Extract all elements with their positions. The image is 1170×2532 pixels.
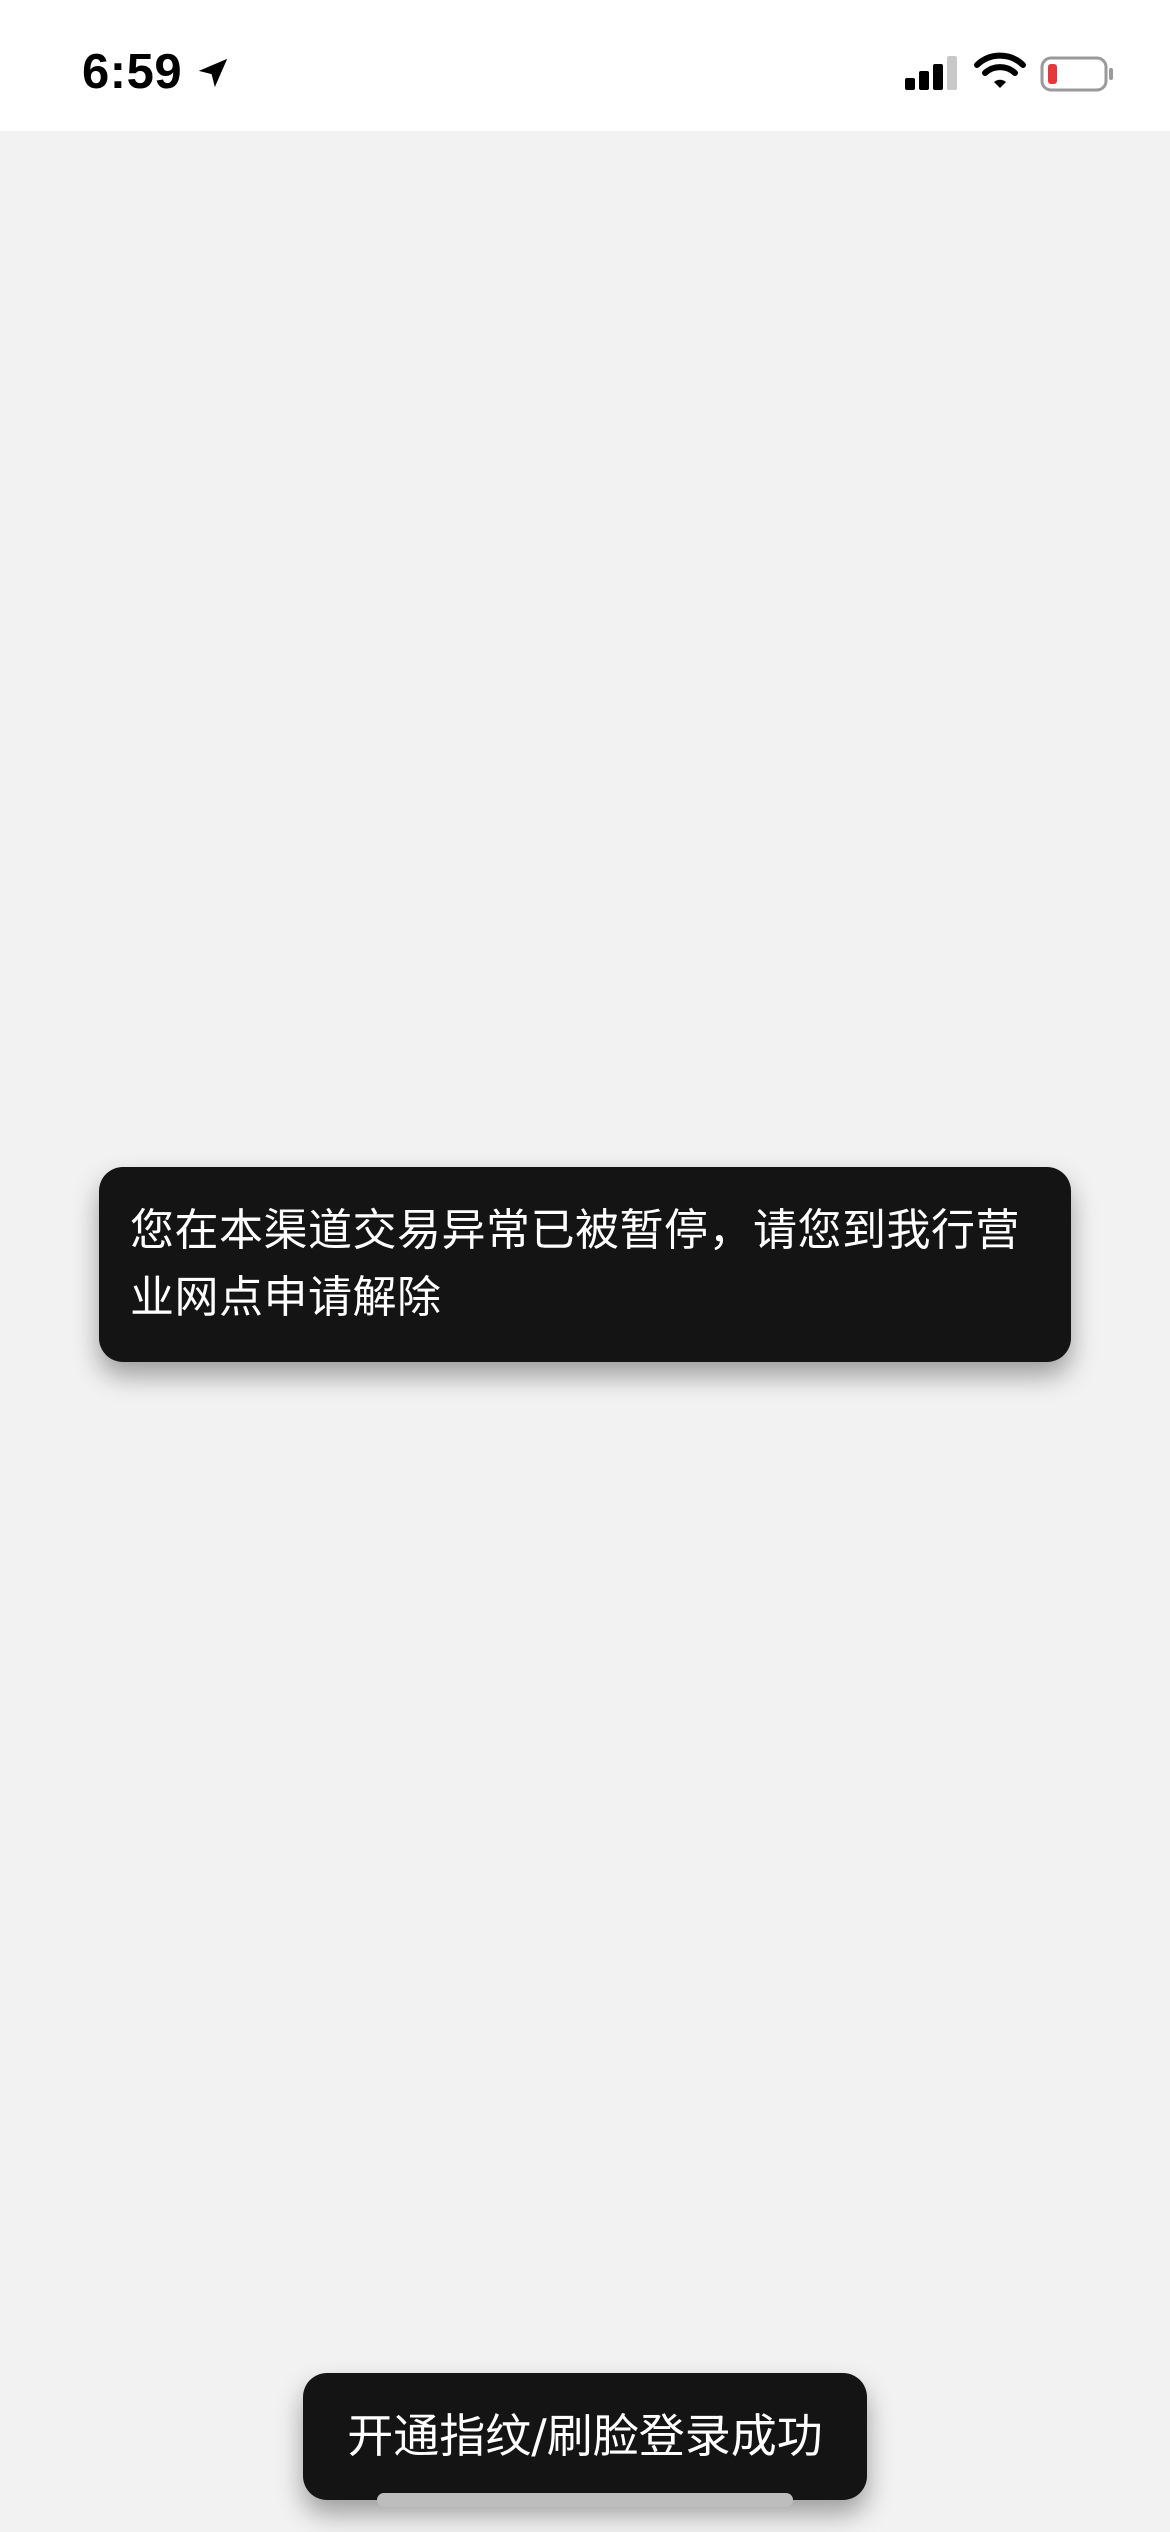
cellular-signal-icon <box>905 56 957 90</box>
error-toast: 您在本渠道交易异常已被暂停，请您到我行营业网点申请解除 <box>99 1167 1071 1362</box>
battery-low-icon <box>1040 56 1113 92</box>
success-toast-message: 开通指纹/刷脸登录成功 <box>347 2409 823 2463</box>
error-toast-message: 您在本渠道交易异常已被暂停，请您到我行营业网点申请解除 <box>130 1205 1020 1323</box>
status-bar: 6:59 <box>0 0 1170 131</box>
status-time: 6:59 <box>82 45 183 99</box>
home-indicator[interactable] <box>377 2493 793 2507</box>
wifi-icon <box>974 52 1026 88</box>
location-arrow-icon <box>198 58 228 88</box>
success-toast: 开通指纹/刷脸登录成功 <box>303 2373 867 2500</box>
